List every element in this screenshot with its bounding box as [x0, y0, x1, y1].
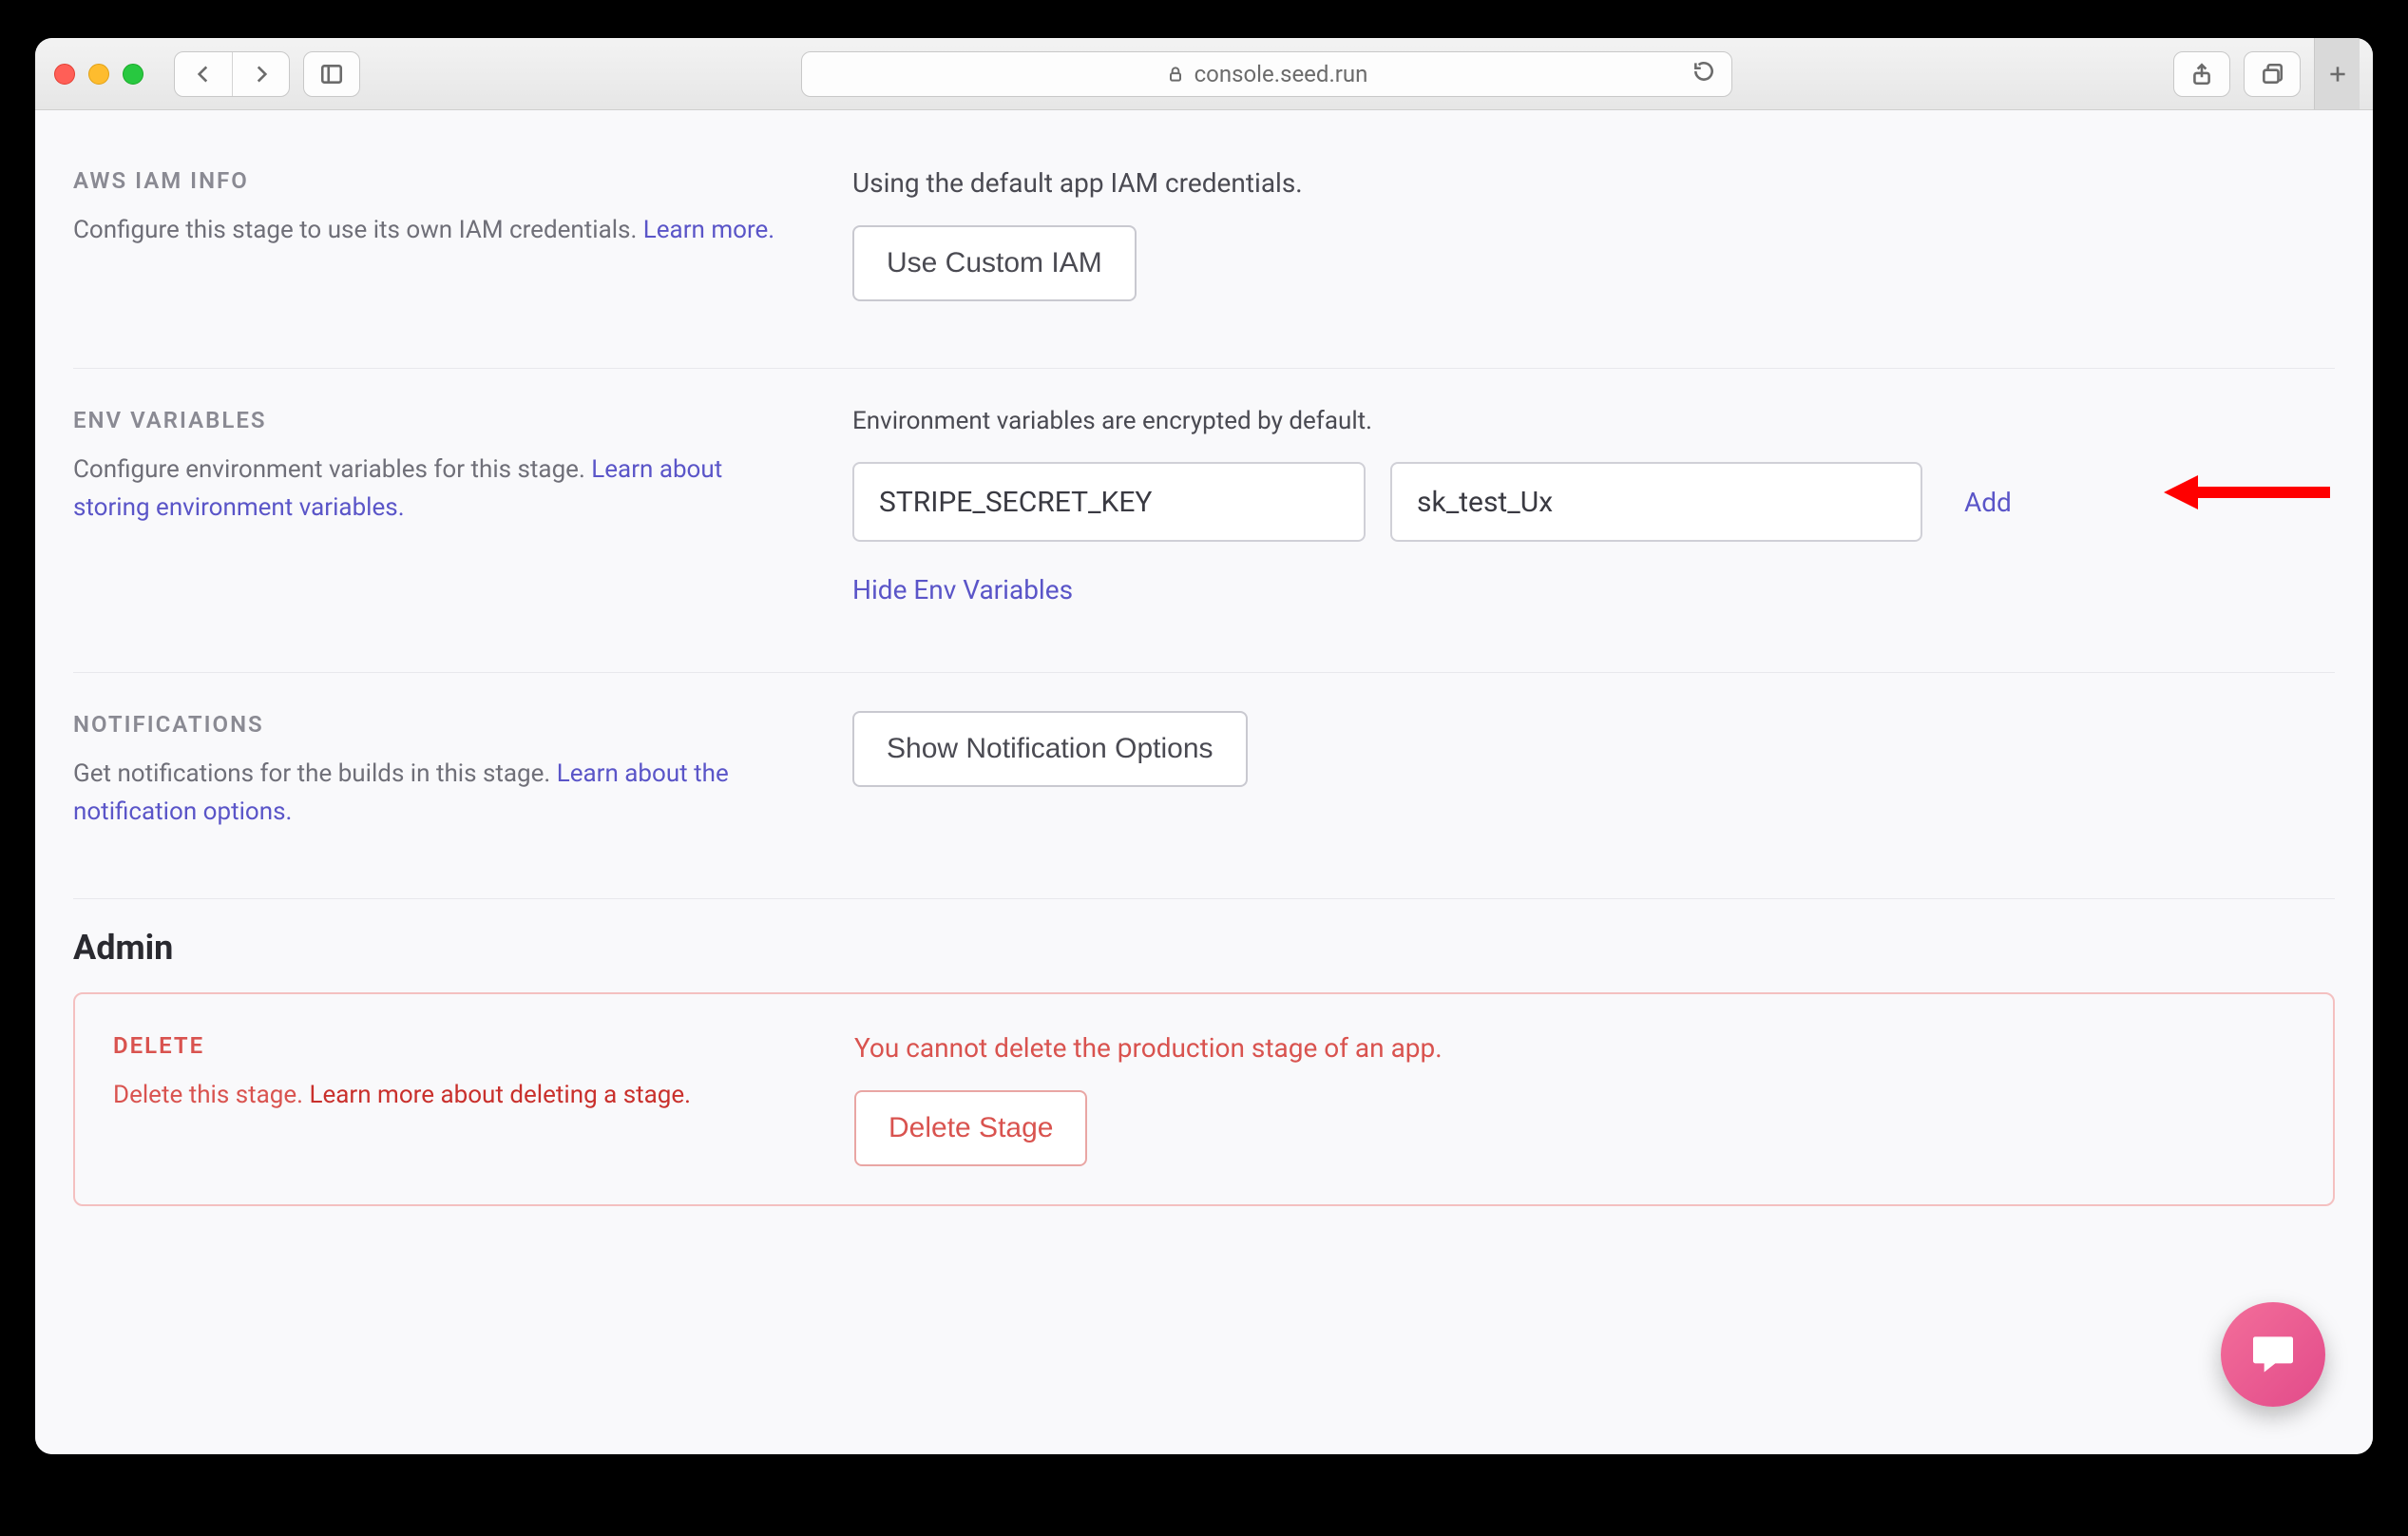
plus-icon: [2325, 62, 2350, 86]
address-bar[interactable]: console.seed.run: [801, 51, 1732, 97]
notif-title: NOTIFICATIONS: [73, 711, 795, 738]
notif-desc-text: Get notifications for the builds in this…: [73, 759, 557, 788]
delete-desc-text: Delete this stage.: [113, 1081, 309, 1109]
env-var-row: Add: [852, 462, 2335, 542]
address-bar-text: console.seed.run: [1194, 61, 1368, 87]
section-iam: AWS IAM INFO Configure this stage to use…: [73, 158, 2335, 369]
iam-desc-text: Configure this stage to use its own IAM …: [73, 216, 643, 244]
traffic-lights: [54, 64, 143, 85]
delete-panel: DELETE Delete this stage. Learn more abo…: [73, 992, 2335, 1206]
chevron-right-icon: [249, 62, 274, 86]
reload-button[interactable]: [1691, 59, 1716, 89]
new-tab-button[interactable]: [2314, 38, 2360, 109]
use-custom-iam-button[interactable]: Use Custom IAM: [852, 225, 1137, 301]
iam-title: AWS IAM INFO: [73, 167, 795, 194]
env-key-input[interactable]: [852, 462, 1366, 542]
env-lead: Environment variables are encrypted by d…: [852, 407, 2335, 435]
delete-title: DELETE: [113, 1032, 797, 1059]
env-desc-text: Configure environment variables for this…: [73, 455, 591, 484]
admin-heading: Admin: [73, 928, 2335, 968]
lock-icon: [1166, 65, 1185, 84]
env-value-input[interactable]: [1390, 462, 1922, 542]
close-window-icon[interactable]: [54, 64, 75, 85]
hide-env-link[interactable]: Hide Env Variables: [852, 574, 1073, 605]
share-button[interactable]: [2173, 51, 2230, 97]
page-content: AWS IAM INFO Configure this stage to use…: [35, 110, 2373, 1454]
iam-learn-link[interactable]: Learn more.: [643, 216, 774, 244]
show-notification-options-button[interactable]: Show Notification Options: [852, 711, 1248, 787]
nav-back-forward: [174, 51, 290, 97]
browser-window: console.seed.run AWS IAM INFO C: [35, 38, 2373, 1454]
sidebar-icon: [319, 62, 344, 86]
tabs-icon: [2260, 62, 2284, 86]
section-env: ENV VARIABLES Configure environment vari…: [73, 369, 2335, 673]
delete-stage-button[interactable]: Delete Stage: [854, 1090, 1087, 1166]
chevron-left-icon: [191, 62, 216, 86]
notif-desc: Get notifications for the builds in this…: [73, 755, 795, 832]
delete-desc: Delete this stage. Learn more about dele…: [113, 1076, 797, 1114]
maximize-window-icon[interactable]: [123, 64, 143, 85]
delete-learn-link[interactable]: Learn more about deleting a stage.: [309, 1081, 691, 1109]
env-title: ENV VARIABLES: [73, 407, 795, 433]
chat-icon: [2246, 1328, 2300, 1381]
iam-desc: Configure this stage to use its own IAM …: [73, 211, 795, 249]
tabs-button[interactable]: [2244, 51, 2301, 97]
section-notifications: NOTIFICATIONS Get notifications for the …: [73, 673, 2335, 899]
env-desc: Configure environment variables for this…: [73, 451, 795, 528]
sidebar-toggle-button[interactable]: [303, 51, 360, 97]
share-icon: [2189, 62, 2214, 86]
chat-fab[interactable]: [2221, 1302, 2325, 1407]
iam-lead: Using the default app IAM credentials.: [852, 167, 2335, 199]
delete-lead: You cannot delete the production stage o…: [854, 1032, 2295, 1064]
reload-icon: [1691, 59, 1716, 84]
forward-button[interactable]: [232, 52, 289, 96]
titlebar: console.seed.run: [35, 38, 2373, 110]
back-button[interactable]: [175, 52, 232, 96]
minimize-window-icon[interactable]: [88, 64, 109, 85]
env-add-link[interactable]: Add: [1964, 487, 2012, 518]
